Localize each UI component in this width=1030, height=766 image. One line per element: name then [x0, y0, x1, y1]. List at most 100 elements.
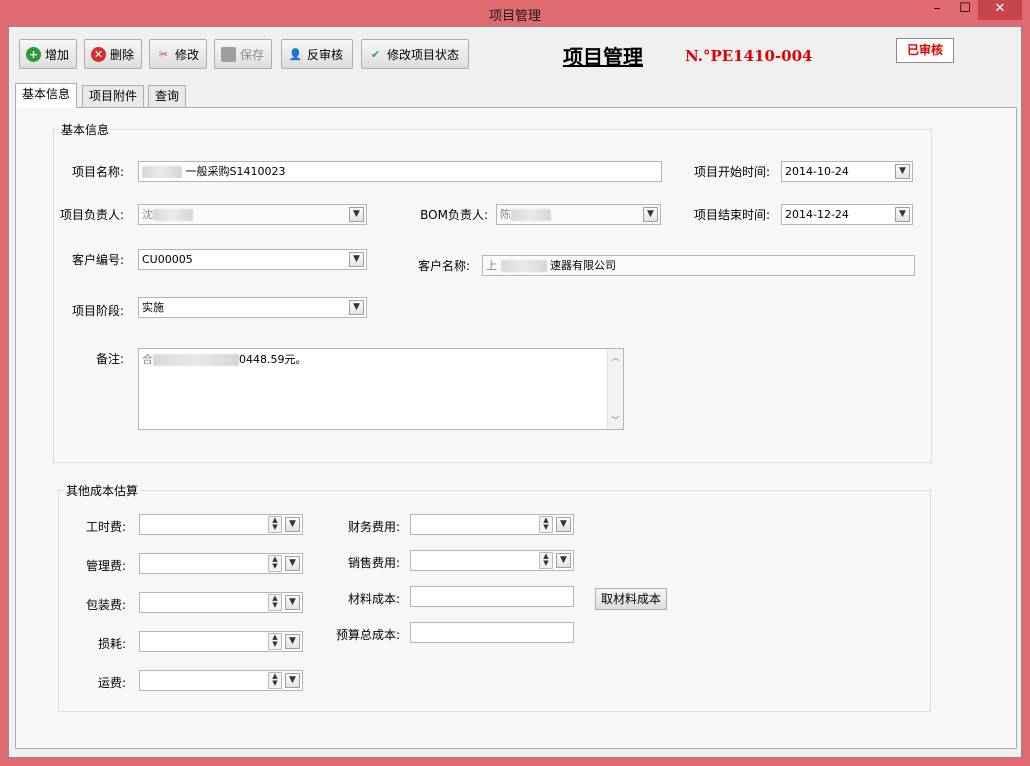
project-name-label: 项目名称: [71, 165, 124, 179]
shield-check-icon: ✔ [370, 47, 381, 61]
edit-label: 修改 [175, 47, 200, 62]
manager-label: 项目负责人: [59, 208, 124, 222]
spinner-arrows-icon[interactable]: ▲ ▼ [268, 594, 282, 611]
phase-value: 实施 [142, 301, 164, 314]
tab-strip: 基本信息 项目附件 查询 [15, 83, 1015, 108]
chevron-down-icon[interactable]: ▼ [643, 207, 658, 222]
add-button[interactable]: + 增加 [19, 39, 77, 69]
delete-icon: ✕ [91, 46, 106, 62]
remark-value: 0448.59元。 [239, 353, 307, 366]
customer-name-prefix: 上 [486, 259, 497, 272]
project-name-input[interactable]: 一般采购S1410023 [138, 161, 662, 182]
edit-button[interactable]: ✂ 修改 [149, 39, 207, 69]
redacted-bom [511, 209, 551, 221]
customer-name-label: 客户名称: [417, 259, 470, 273]
manager-select[interactable]: 沈 ▼ [138, 204, 367, 225]
chevron-down-icon[interactable]: ▼ [349, 300, 364, 315]
end-date-label: 项目结束时间: [693, 208, 770, 222]
add-label: 增加 [45, 47, 70, 62]
maximize-button[interactable]: ☐ [952, 0, 978, 20]
scroll-down-icon[interactable]: ﹀ [608, 415, 623, 426]
loss-label: 损耗: [97, 637, 126, 651]
unaudit-button[interactable]: 👤 反审核 [281, 39, 353, 69]
tab-panel: 基本信息 项目名称: 一般采购S1410023 项目开始时间: 2014-10-… [15, 107, 1017, 749]
basic-info-legend: 基本信息 [59, 121, 112, 138]
start-date-picker[interactable]: 2014-10-24 ▼ [781, 161, 913, 182]
toolbar: + 增加 ✕ 删除 ✂ 修改 保存 👤 反审核 ✔ 修改项目状态 项目管理 N.… [9, 27, 1021, 77]
chevron-down-icon[interactable]: ▼ [895, 164, 910, 179]
remark-textarea[interactable]: 合 0448.59元。 ︿ ﹀ [138, 348, 624, 430]
spinner-arrows-icon[interactable]: ▲ ▼ [268, 555, 282, 572]
bom-owner-select[interactable]: 陈 ▼ [496, 204, 661, 225]
remark-scrollbar[interactable]: ︿ ﹀ [607, 349, 623, 429]
customer-no-select[interactable]: CU00005 ▼ [138, 249, 367, 270]
client-area: + 增加 ✕ 删除 ✂ 修改 保存 👤 反审核 ✔ 修改项目状态 项目管理 N.… [8, 26, 1022, 758]
change-status-button[interactable]: ✔ 修改项目状态 [361, 39, 469, 69]
freight-input[interactable]: ▲ ▼ ▼ [139, 670, 303, 691]
spinner-arrows-icon[interactable]: ▲ ▼ [268, 672, 282, 689]
close-button[interactable]: ✕ [978, 0, 1022, 20]
tab-query[interactable]: 查询 [148, 85, 187, 107]
spinner-arrows-icon[interactable]: ▲ ▼ [539, 552, 553, 569]
chevron-down-icon[interactable]: ▼ [285, 595, 300, 610]
save-label: 保存 [240, 47, 265, 62]
finance-cost-label: 财务费用: [347, 520, 400, 534]
phase-select[interactable]: 实施 ▼ [138, 297, 367, 318]
change-status-label: 修改项目状态 [387, 47, 460, 62]
budget-total-input[interactable] [410, 622, 574, 643]
customer-no-label: 客户编号: [71, 253, 124, 267]
chevron-down-icon[interactable]: ▼ [285, 517, 300, 532]
sales-cost-input[interactable]: ▲ ▼ ▼ [410, 550, 574, 571]
budget-total-label: 预算总成本: [335, 628, 400, 642]
spinner-arrows-icon[interactable]: ▲ ▼ [539, 516, 553, 533]
loss-input[interactable]: ▲ ▼ ▼ [139, 631, 303, 652]
chevron-down-icon[interactable]: ▼ [285, 634, 300, 649]
labor-cost-input[interactable]: ▲ ▼ ▼ [139, 514, 303, 535]
title-bar: 项目管理 – ☐ ✕ [0, 0, 1030, 26]
chevron-down-icon[interactable]: ▼ [285, 673, 300, 688]
save-button[interactable]: 保存 [214, 39, 272, 69]
chevron-down-icon[interactable]: ▼ [285, 556, 300, 571]
delete-button[interactable]: ✕ 删除 [84, 39, 142, 69]
user-icon: 👤 [288, 47, 303, 61]
redacted-customer [500, 260, 547, 272]
labor-cost-label: 工时费: [85, 520, 126, 534]
end-date-picker[interactable]: 2014-12-24 ▼ [781, 204, 913, 225]
chevron-down-icon[interactable]: ▼ [556, 517, 571, 532]
freight-label: 运费: [97, 676, 126, 690]
customer-name-input[interactable]: 上 速器有限公司 [482, 255, 915, 276]
wrench-icon: ✂ [158, 47, 169, 61]
packaging-cost-input[interactable]: ▲ ▼ ▼ [139, 592, 303, 613]
chevron-down-icon[interactable]: ▼ [349, 252, 364, 267]
customer-name-value: 速器有限公司 [550, 259, 616, 272]
start-date-label: 项目开始时间: [693, 165, 770, 179]
window-title: 项目管理 [488, 9, 541, 24]
redacted-remark [153, 354, 239, 366]
finance-cost-input[interactable]: ▲ ▼ ▼ [410, 514, 574, 535]
get-material-cost-button[interactable]: 取材料成本 [595, 588, 667, 610]
save-icon [221, 46, 236, 62]
tab-basic-info[interactable]: 基本信息 [15, 83, 78, 108]
plus-icon: + [26, 46, 41, 62]
chevron-down-icon[interactable]: ▼ [556, 553, 571, 568]
remark-prefix: 合 [142, 353, 153, 366]
management-cost-input[interactable]: ▲ ▼ ▼ [139, 553, 303, 574]
scroll-up-icon[interactable]: ︿ [608, 352, 623, 363]
project-name-value: 一般采购S1410023 [185, 165, 286, 178]
material-cost-input[interactable] [410, 586, 574, 607]
minimize-button[interactable]: – [924, 0, 950, 20]
end-date-value: 2014-12-24 [785, 208, 849, 221]
management-cost-label: 管理费: [85, 559, 126, 573]
sales-cost-label: 销售费用: [347, 556, 400, 570]
chevron-down-icon[interactable]: ▼ [349, 207, 364, 222]
audited-stamp: 已审核 [896, 38, 954, 63]
chevron-down-icon[interactable]: ▼ [895, 207, 910, 222]
spinner-arrows-icon[interactable]: ▲ ▼ [268, 633, 282, 650]
spinner-arrows-icon[interactable]: ▲ ▼ [268, 516, 282, 533]
redacted-prefix [142, 166, 182, 178]
bom-owner-label: BOM负责人: [420, 208, 488, 222]
material-cost-label: 材料成本: [347, 592, 400, 606]
tab-attachments[interactable]: 项目附件 [82, 85, 145, 107]
packaging-cost-label: 包装费: [85, 598, 126, 612]
redacted-manager [153, 209, 193, 221]
